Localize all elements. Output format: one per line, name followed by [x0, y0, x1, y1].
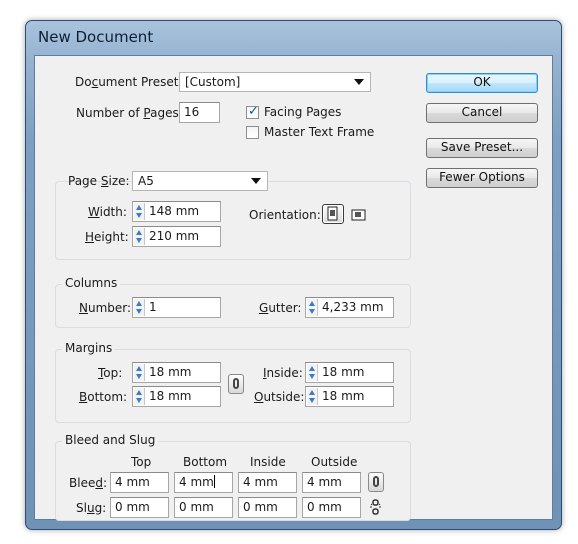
landscape-orientation-icon — [351, 209, 366, 221]
slug-inside-input[interactable]: 0 mm — [238, 497, 297, 518]
dialog-body: Document Preset: [Custom] Number of Page… — [34, 55, 553, 521]
height-label: Height: — [85, 230, 129, 244]
orientation-label: Orientation: — [249, 208, 321, 222]
width-label: Width: — [88, 205, 127, 219]
margin-bottom-label: Bottom: — [79, 390, 128, 404]
bleed-header-top: Top — [131, 455, 152, 469]
page-size-label: Page Size: — [68, 174, 130, 188]
document-preset-label: Document Preset: — [75, 75, 183, 89]
spinner-arrows-icon[interactable] — [134, 203, 145, 220]
facing-pages-checkbox[interactable]: ✓ — [246, 104, 259, 119]
column-number-label: Number: — [79, 301, 132, 315]
margin-inside-label: Inside: — [263, 366, 303, 380]
spinner-arrows-icon[interactable] — [307, 299, 318, 316]
spinner-arrows-icon[interactable] — [134, 228, 145, 245]
bleed-link-button[interactable] — [368, 472, 384, 492]
document-preset-value: [Custom] — [185, 75, 241, 89]
margin-top-input[interactable]: 18 mm — [132, 362, 221, 383]
bleed-bottom-input[interactable]: 4 mm — [174, 472, 233, 493]
master-text-frame-label: Master Text Frame — [264, 125, 375, 139]
cancel-button[interactable]: Cancel — [426, 103, 538, 123]
spinner-arrows-icon[interactable] — [307, 388, 318, 405]
number-of-pages-input[interactable]: 16 — [179, 102, 220, 123]
dialog-title: New Document — [38, 28, 154, 46]
height-input[interactable]: 210 mm — [132, 226, 221, 247]
chain-link-icon — [373, 476, 379, 487]
spinner-arrows-icon[interactable] — [134, 364, 145, 381]
document-preset-dropdown[interactable]: [Custom] — [179, 72, 371, 92]
width-input[interactable]: 148 mm — [132, 201, 221, 222]
margin-inside-input[interactable]: 18 mm — [305, 362, 394, 383]
page-size-value: A5 — [138, 174, 154, 188]
gutter-label: Gutter: — [259, 301, 302, 315]
bleed-and-slug-group-title: Bleed and Slug — [62, 433, 159, 447]
page-size-dropdown[interactable]: A5 — [132, 171, 268, 191]
margins-group-title: Margins — [62, 341, 116, 355]
bleed-label: Bleed: — [69, 476, 108, 490]
bleed-inside-input[interactable]: 4 mm — [238, 472, 297, 493]
spinner-arrows-icon[interactable] — [307, 364, 318, 381]
chevron-down-icon — [354, 79, 364, 85]
new-document-dialog: New Document Document Preset: [Custom] N… — [25, 20, 562, 530]
fewer-options-button[interactable]: Fewer Options — [426, 168, 538, 188]
ok-button[interactable]: OK — [426, 73, 538, 93]
spinner-arrows-icon[interactable] — [134, 388, 145, 405]
margins-link-button[interactable] — [228, 374, 244, 394]
spinner-arrows-icon[interactable] — [134, 299, 145, 316]
text-cursor — [213, 475, 215, 488]
number-of-pages-label: Number of Pages: — [76, 106, 183, 120]
column-number-input[interactable]: 1 — [132, 297, 221, 318]
margin-top-label: Top: — [98, 366, 123, 380]
landscape-orientation-button[interactable] — [351, 207, 367, 223]
portrait-orientation-icon — [327, 206, 338, 221]
slug-top-input[interactable]: 0 mm — [110, 497, 169, 518]
margin-bottom-input[interactable]: 18 mm — [132, 386, 221, 407]
portrait-orientation-button[interactable] — [322, 204, 344, 224]
bleed-top-input[interactable]: 4 mm — [110, 472, 169, 493]
slug-outside-input[interactable]: 0 mm — [302, 497, 361, 518]
gutter-input[interactable]: 4,233 mm — [305, 297, 394, 318]
columns-group-title: Columns — [62, 276, 121, 290]
facing-pages-label: Facing Pages — [264, 105, 342, 119]
bleed-outside-input[interactable]: 4 mm — [302, 472, 361, 493]
slug-label: Slug: — [76, 501, 107, 515]
slug-link-button[interactable] — [368, 498, 384, 516]
chain-link-icon — [233, 378, 239, 389]
save-preset-button[interactable]: Save Preset... — [426, 138, 538, 158]
bleed-header-inside: Inside — [250, 455, 286, 469]
checkmark-icon: ✓ — [248, 104, 259, 119]
slug-bottom-input[interactable]: 0 mm — [174, 497, 233, 518]
master-text-frame-checkbox[interactable] — [246, 126, 259, 139]
margin-outside-label: Outside: — [254, 390, 305, 404]
broken-chain-icon — [370, 499, 381, 515]
margin-outside-input[interactable]: 18 mm — [305, 386, 394, 407]
bleed-header-bottom: Bottom — [183, 455, 228, 469]
chevron-down-icon — [251, 178, 261, 184]
bleed-header-outside: Outside — [311, 455, 358, 469]
